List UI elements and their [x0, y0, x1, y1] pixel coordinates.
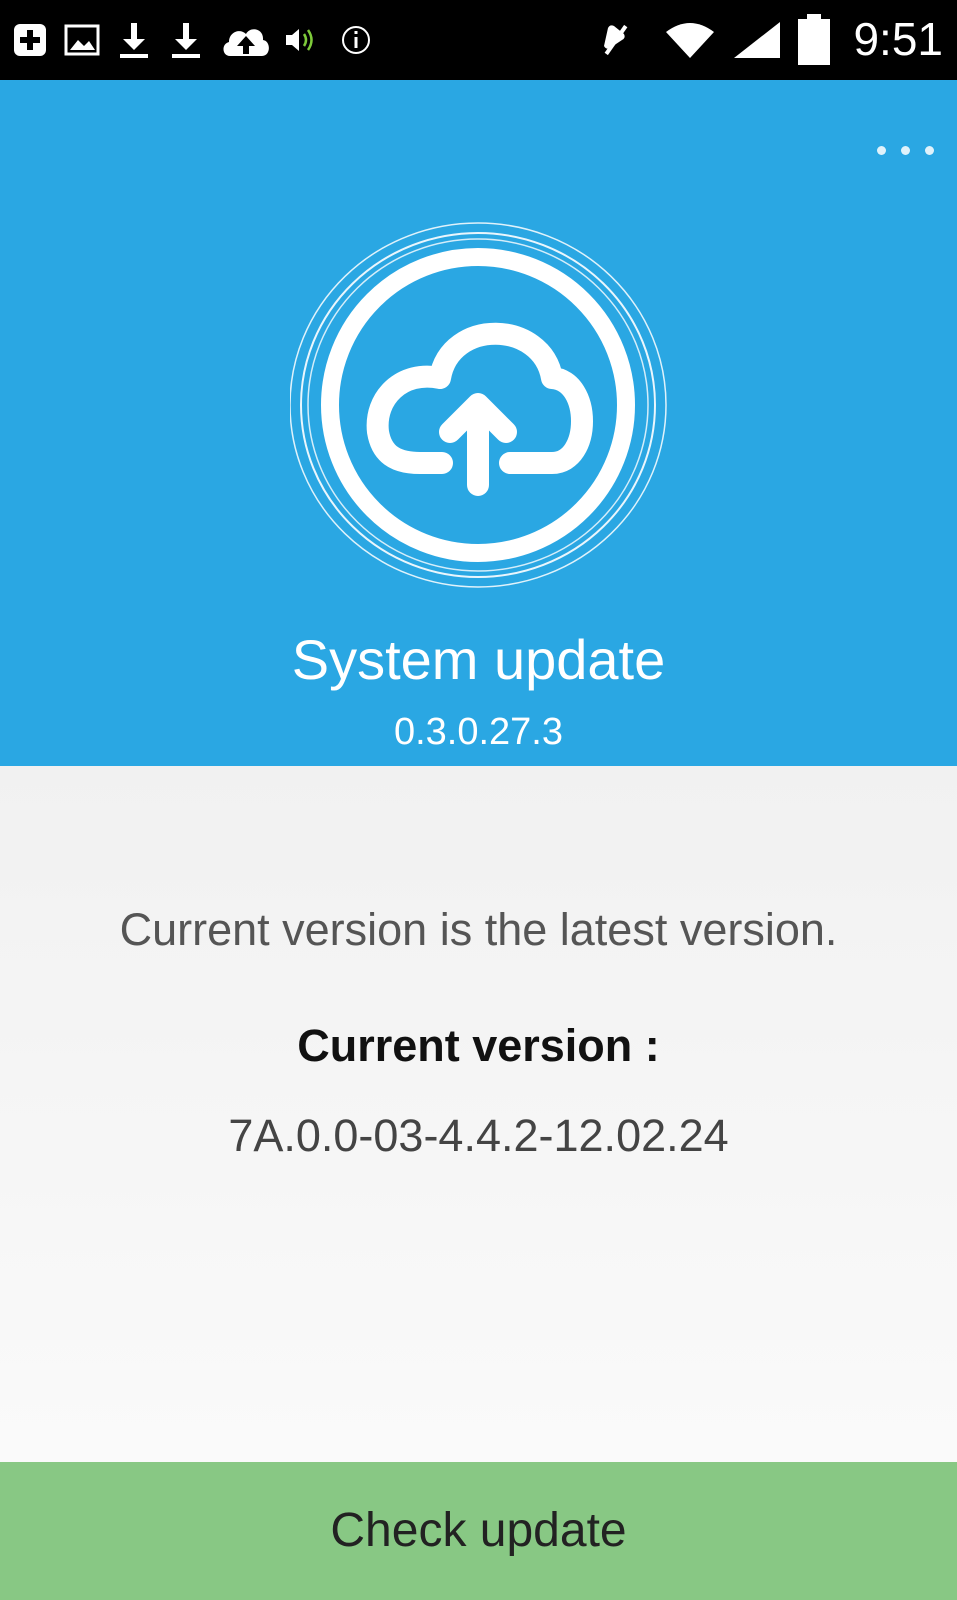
cloud-upload-notification-icon — [223, 29, 269, 56]
download-icon — [172, 23, 200, 58]
info-icon — [342, 26, 370, 54]
battery-icon — [798, 14, 830, 65]
current-version-value: 7A.0.0-03-4.4.2-12.02.24 — [228, 1110, 729, 1161]
update-status-message: Current version is the latest version. — [119, 904, 838, 955]
download-icon — [120, 23, 148, 58]
volume-icon — [286, 29, 313, 51]
cloud-upload-icon — [290, 222, 667, 588]
mute-icon — [604, 24, 628, 56]
check-update-button[interactable]: Check update — [0, 1462, 957, 1600]
status-bar: 9:51 — [0, 0, 957, 80]
page-title: System update — [291, 628, 666, 691]
image-notification-icon — [64, 24, 100, 56]
add-notification-icon — [14, 24, 46, 56]
current-version-label: Current version : — [297, 1020, 660, 1071]
clock: 9:51 — [853, 13, 943, 65]
app-header: System update 0.3.0.27.3 — [0, 80, 957, 766]
app-version: 0.3.0.27.3 — [393, 711, 564, 753]
signal-icon — [734, 22, 780, 58]
overflow-menu-icon[interactable] — [845, 120, 945, 180]
wifi-icon — [666, 23, 714, 58]
update-status-panel: Current version is the latest version. C… — [0, 766, 957, 1462]
